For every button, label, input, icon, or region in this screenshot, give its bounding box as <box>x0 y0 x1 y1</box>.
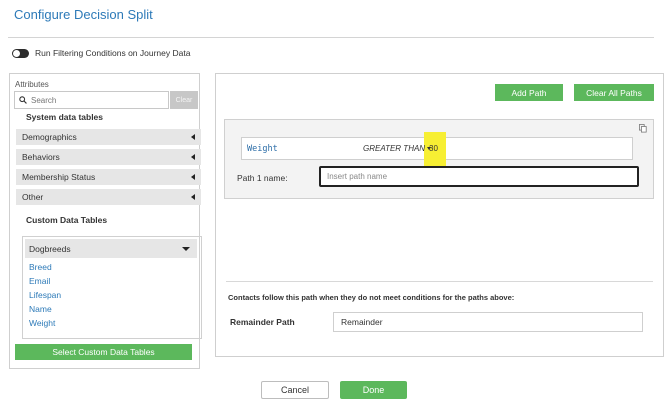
accordion-other[interactable]: Other <box>16 189 201 205</box>
select-custom-tables-button[interactable]: Select Custom Data Tables <box>15 344 192 360</box>
attribute-search-box <box>14 91 169 109</box>
field-weight[interactable]: Weight <box>29 318 55 328</box>
remainder-divider <box>226 281 653 282</box>
clear-search-button[interactable]: Clear <box>170 91 198 109</box>
operator-label: GREATER THAN <box>363 144 426 153</box>
accordion-label: Membership Status <box>22 172 96 182</box>
path-1-condition[interactable]: Weight GREATER THAN 30 <box>241 132 633 174</box>
condition-value[interactable]: 30 <box>429 144 438 153</box>
condition-attribute[interactable]: Weight <box>247 144 278 154</box>
accordion-behaviors[interactable]: Behaviors <box>16 149 201 165</box>
remainder-path-label: Remainder Path <box>230 317 295 327</box>
field-breed[interactable]: Breed <box>29 262 52 272</box>
dialog-title: Configure Decision Split <box>14 7 153 22</box>
add-path-button[interactable]: Add Path <box>495 84 563 101</box>
toggle-knob <box>13 49 20 57</box>
custom-table-box: Dogbreeds Breed Email Lifespan Name Weig… <box>22 236 202 339</box>
journey-data-toggle[interactable] <box>12 48 29 58</box>
accordion-demographics[interactable]: Demographics <box>16 129 201 145</box>
system-tables-heading: System data tables <box>26 112 104 122</box>
accordion-label: Other <box>22 192 44 202</box>
field-lifespan[interactable]: Lifespan <box>29 290 61 300</box>
attributes-label: Attributes <box>15 80 49 89</box>
attributes-panel: Attributes Clear System data tables Demo… <box>9 73 202 369</box>
done-button[interactable]: Done <box>340 381 407 399</box>
condition-operator[interactable]: GREATER THAN <box>363 144 432 153</box>
cancel-button[interactable]: Cancel <box>261 381 329 399</box>
remainder-note: Contacts follow this path when they do n… <box>228 293 515 302</box>
title-divider <box>8 37 654 38</box>
remainder-path-input[interactable] <box>333 312 643 332</box>
collapse-arrow-icon <box>191 154 195 160</box>
path-name-label: Path 1 name: <box>237 173 288 183</box>
accordion-label: Behaviors <box>22 152 60 162</box>
toggle-label: Run Filtering Conditions on Journey Data <box>35 48 191 58</box>
accordion-label: Demographics <box>22 132 77 142</box>
journey-data-toggle-row: Run Filtering Conditions on Journey Data <box>12 48 190 58</box>
copy-icon[interactable] <box>639 124 647 133</box>
paths-panel: Add Path Clear All Paths Weight GREATER … <box>215 73 664 357</box>
expand-arrow-icon <box>182 246 190 251</box>
field-name[interactable]: Name <box>29 304 52 314</box>
accordion-membership-status[interactable]: Membership Status <box>16 169 201 185</box>
search-icon <box>19 96 27 104</box>
path-1-card: Weight GREATER THAN 30 Path 1 name: <box>224 119 654 199</box>
field-email[interactable]: Email <box>29 276 50 286</box>
collapse-arrow-icon <box>191 194 195 200</box>
collapse-arrow-icon <box>191 134 195 140</box>
path-name-input[interactable] <box>319 166 639 187</box>
custom-table-name: Dogbreeds <box>29 243 71 254</box>
collapse-arrow-icon <box>191 174 195 180</box>
clear-all-paths-button[interactable]: Clear All Paths <box>574 84 654 101</box>
custom-tables-heading: Custom Data Tables <box>26 215 108 225</box>
attribute-search-input[interactable] <box>31 95 151 105</box>
custom-table-dogbreeds[interactable]: Dogbreeds <box>25 239 197 258</box>
